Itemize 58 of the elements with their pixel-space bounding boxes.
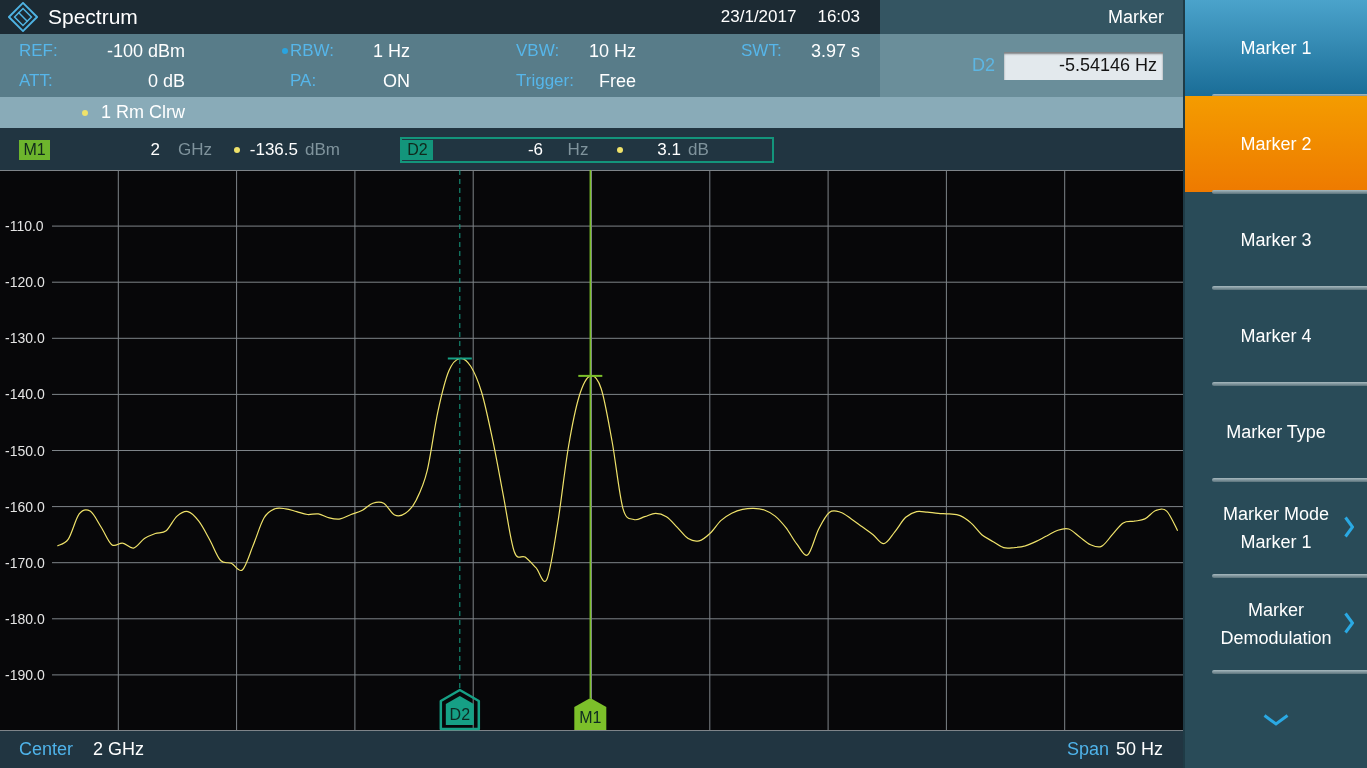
power-unit: dBm [305,139,340,160]
softkey-button[interactable]: Marker 3 [1185,192,1367,288]
setting-value: -100 dBm [106,40,185,62]
value-field[interactable]: -5.54146 Hz [1004,51,1163,80]
y-axis-label: -160.0 [5,498,45,515]
trace-dot-icon [234,146,240,153]
softkey-button[interactable]: Marker Type [1185,384,1367,480]
setting-label: VBW: [516,41,560,61]
y-axis-label: -170.0 [5,554,45,571]
softkey-button[interactable]: Marker Mode Marker 1 [1185,480,1367,576]
y-axis-label: -110.0 [5,218,44,235]
setting-label: ATT: [19,71,53,91]
span-value: 50 Hz [1115,739,1163,760]
softkey-button[interactable]: Marker 1 [1185,0,1367,96]
trace-dot-icon [617,146,623,153]
date-text: 23/1/2017 [720,7,797,27]
marker-tag: M1 [19,139,50,160]
marker-flag: M1 [574,698,607,730]
frequency-value: -6 [526,139,543,160]
time-text: 16:03 [817,7,860,27]
y-axis-label: -140.0 [5,386,45,403]
softkey-button[interactable]: Marker 4 [1185,288,1367,384]
setting-label: SWT: [741,41,782,61]
span-label: Span [1066,739,1109,760]
power-unit: dB [688,139,709,160]
frequency-unit: Hz [566,139,590,160]
y-axis-label: -190.0 [5,666,45,683]
power-value: -136.5 [248,139,298,160]
trace-label: 1 Rm Clrw [101,102,185,123]
setting-value: ON [383,70,410,92]
setting-value: 1 Hz [373,40,410,62]
chevron-down-icon [1263,714,1289,726]
setting-value: 3.97 s [810,40,860,62]
center-value: 2 GHz [93,739,145,760]
marker-flag: D2 [439,688,481,731]
setting-value: Free [599,70,636,92]
y-axis-label: -130.0 [5,330,45,347]
setting-label: Trigger: [516,71,574,91]
field-label: D2 [972,55,995,76]
marker-tag: D2 [402,139,433,160]
softkey-button[interactable]: Marker Demodulation [1185,576,1367,672]
setting-label: PA: [290,71,317,91]
y-axis-label: -150.0 [5,442,45,459]
power-value: 3.1 [656,139,681,160]
frequency-value: 2 [149,139,160,160]
window-title: Spectrum [48,5,138,29]
setting-label: RBW: [290,41,335,61]
y-axis-label: -180.0 [5,610,45,627]
center-label: Center [19,739,74,760]
panel-title: Marker [1108,6,1164,28]
y-axis-label: -120.0 [5,274,45,291]
diamond-logo-icon [8,2,38,32]
setting-value: 0 dB [147,70,185,92]
setting-value: 10 Hz [588,40,636,62]
peak-tick-icon [577,374,604,377]
peak-tick-icon [446,357,473,360]
frequency-unit: GHz [177,139,213,160]
setting-label: REF: [19,41,58,61]
